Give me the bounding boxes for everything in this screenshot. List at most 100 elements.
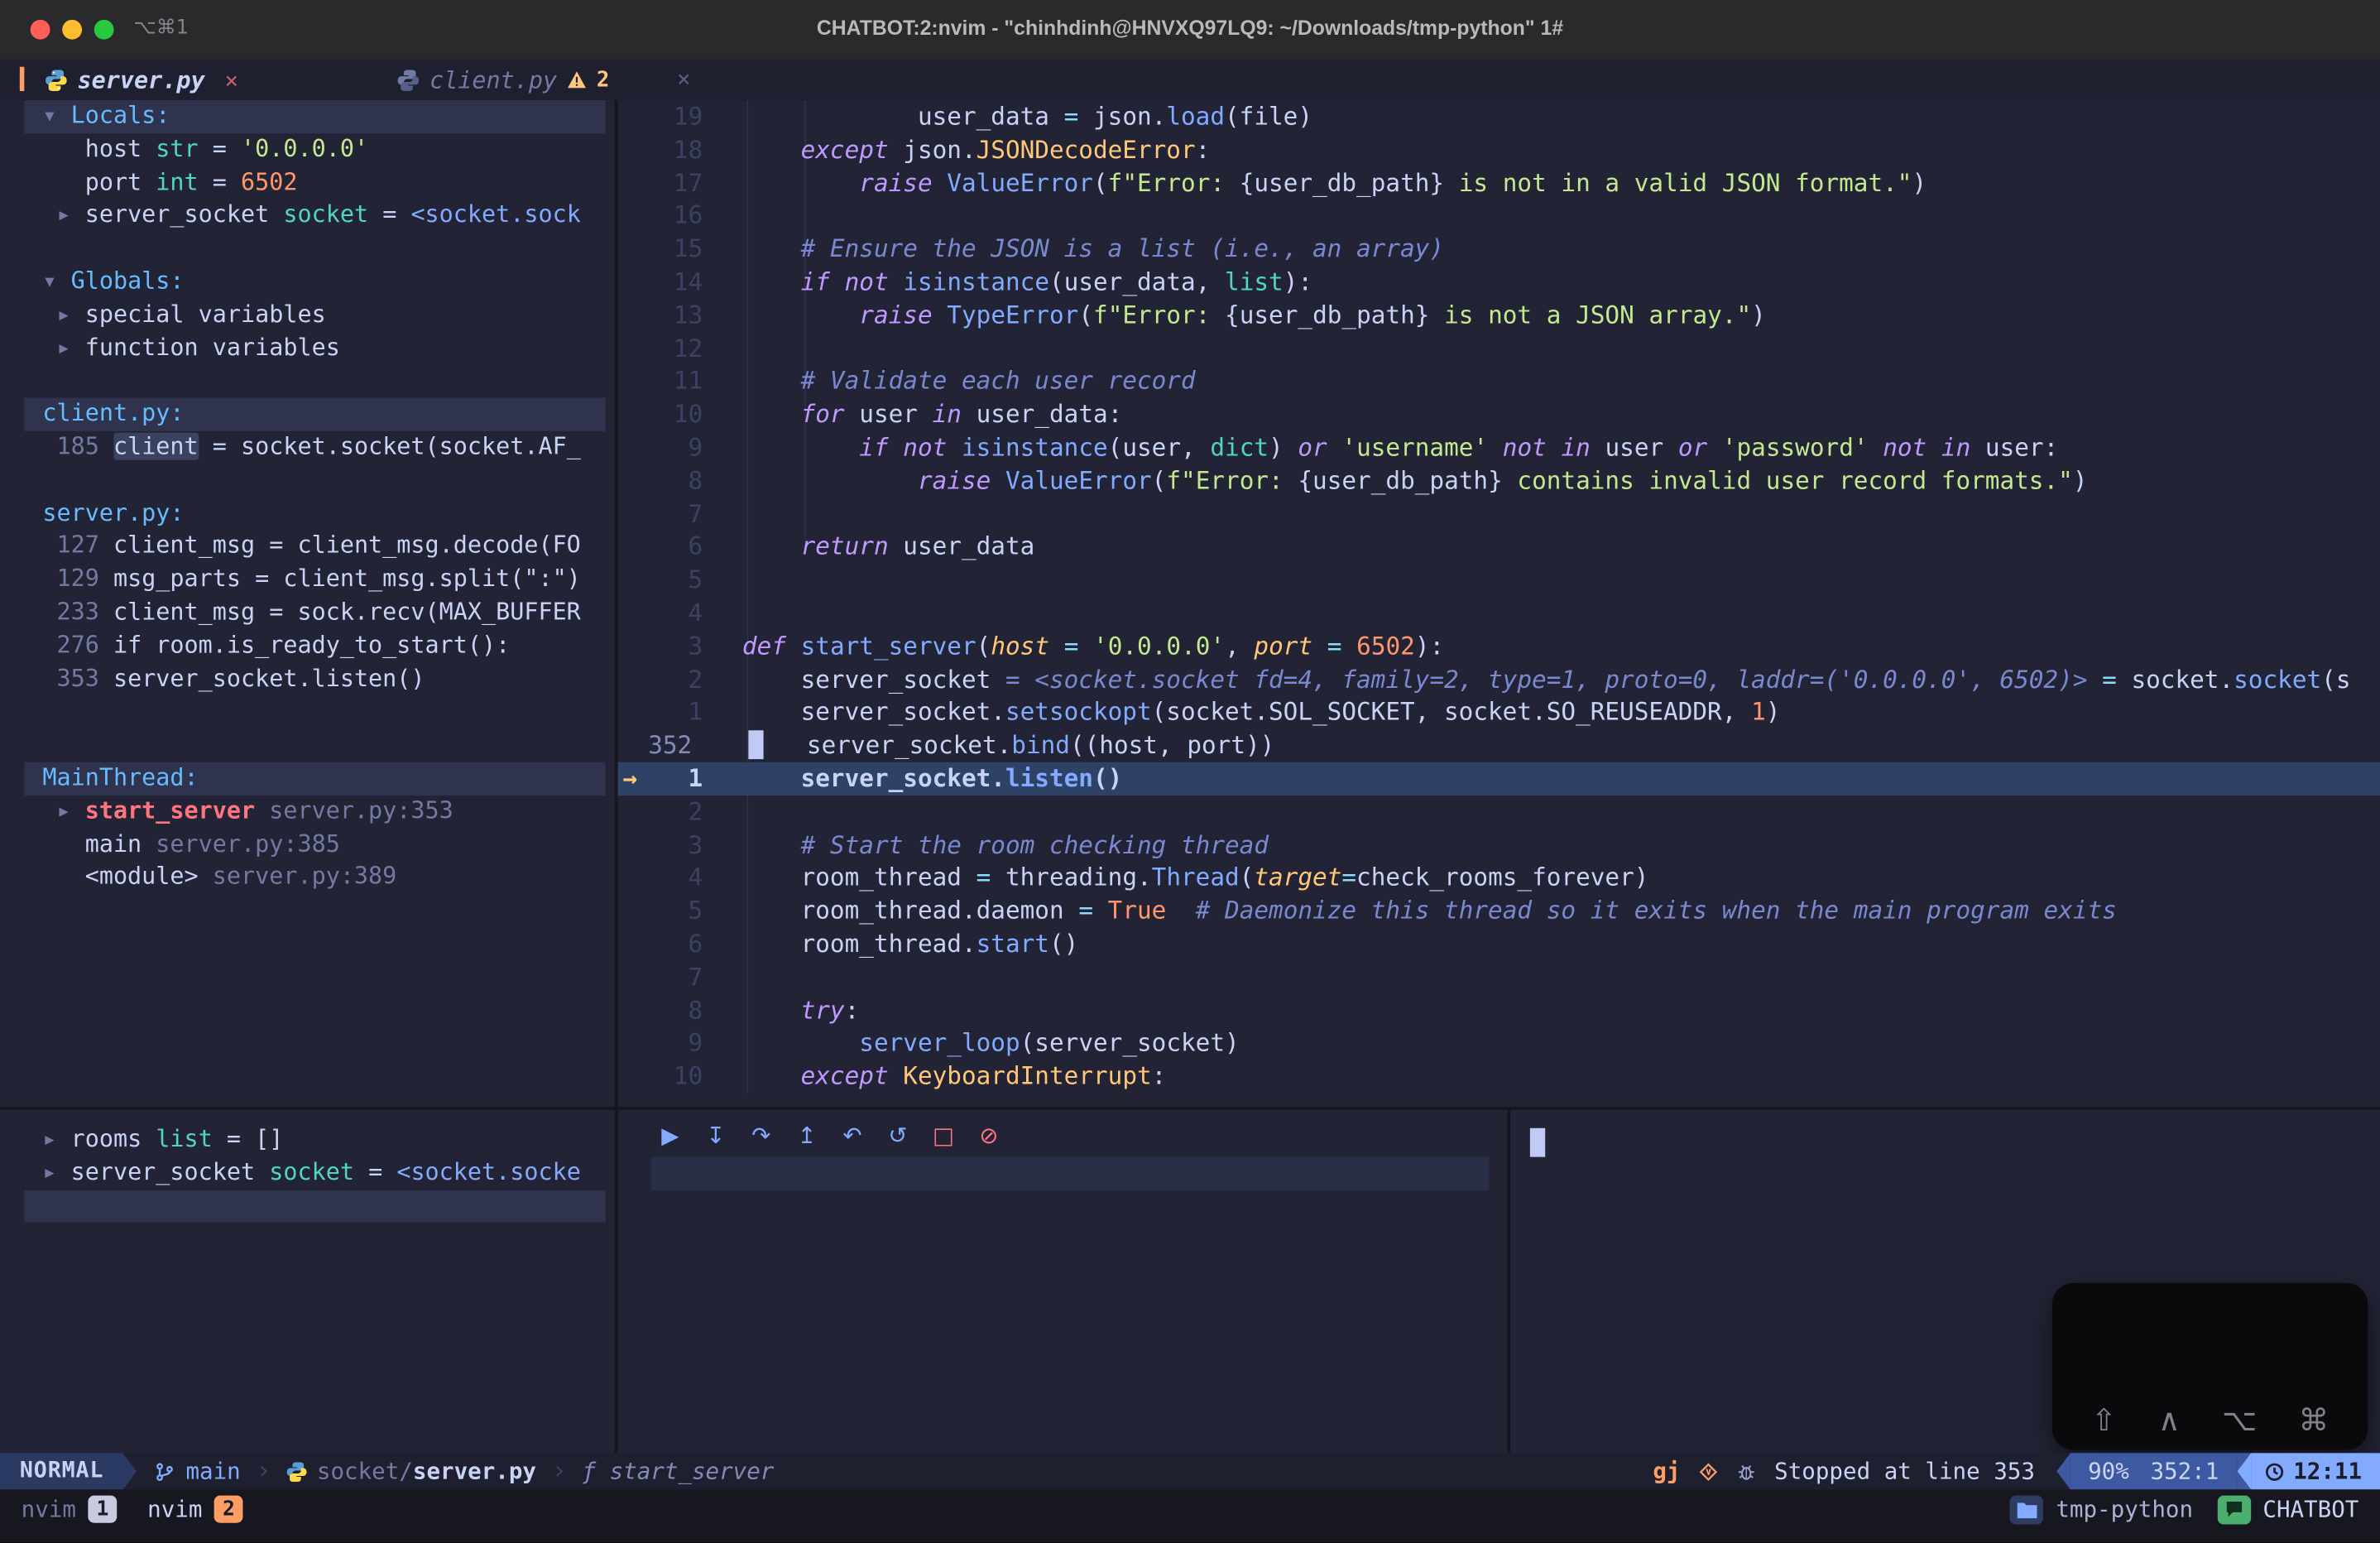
editor: 19 user_data = json.load(file) 18 except… bbox=[618, 100, 2380, 1107]
editor-line[interactable]: 3 # Start the room checking thread bbox=[618, 829, 2380, 862]
control-key-icon: ∧ bbox=[2158, 1401, 2181, 1438]
chevron-separator: › bbox=[551, 1456, 567, 1487]
breakpoints-row[interactable] bbox=[24, 729, 605, 762]
breakpoints-row[interactable] bbox=[24, 464, 605, 498]
editor-line[interactable]: 4 bbox=[618, 597, 2380, 630]
editor-line[interactable]: 12 bbox=[618, 332, 2380, 365]
editor-line[interactable]: 15 # Ensure the JSON is a list (i.e., an… bbox=[618, 233, 2380, 266]
titlebar-shortcut-label: ⌥⌘1 bbox=[133, 17, 189, 40]
tabline: server.py × client.py 2 × bbox=[0, 60, 2380, 101]
tab-client-py[interactable]: client.py 2 bbox=[398, 60, 610, 101]
editor-line[interactable]: →1 server_socket.listen() bbox=[618, 762, 2380, 796]
watch-row[interactable]: ▸ rooms list = [] bbox=[24, 1123, 605, 1156]
step-into-button[interactable]: ↧ bbox=[703, 1122, 728, 1149]
editor-line[interactable]: 5 room_thread.daemon = True # Daemonize … bbox=[618, 895, 2380, 928]
breakpoints-row[interactable]: server.py: bbox=[24, 498, 605, 531]
scopes-row[interactable]: ▸ special variables bbox=[24, 299, 605, 332]
warning-icon bbox=[568, 71, 586, 88]
stacks-row[interactable]: ▸ start_server server.py:353 bbox=[24, 796, 605, 829]
breakpoints-row[interactable]: 127 client_msg = client_msg.decode(FO bbox=[24, 531, 605, 564]
terminal-window: ⌥⌘1 CHATBOT:2:nvim - "chinhdinh@HNVXQ97L… bbox=[0, 0, 2380, 1543]
stacks-row[interactable]: main server.py:385 bbox=[24, 829, 605, 862]
clock-chip: 12:11 bbox=[2251, 1453, 2380, 1489]
shift-key-icon: ⇧ bbox=[2091, 1401, 2117, 1438]
editor-line[interactable]: 4 room_thread = threading.Thread(target=… bbox=[618, 862, 2380, 895]
editor-line[interactable]: 10 for user in user_data: bbox=[618, 398, 2380, 431]
powerline-separator bbox=[2056, 1453, 2071, 1489]
breakpoints-row[interactable]: 276 if room.is_ready_to_start(): bbox=[24, 630, 605, 663]
scopes-row[interactable] bbox=[24, 365, 605, 398]
tab-close-icon[interactable]: × bbox=[224, 66, 238, 94]
tmux-window-2[interactable]: nvim2 bbox=[147, 1496, 243, 1523]
titlebar: ⌥⌘1 CHATBOT:2:nvim - "chinhdinh@HNVXQ97L… bbox=[0, 0, 2380, 60]
editor-line[interactable]: 5 bbox=[618, 564, 2380, 597]
editor-line[interactable]: 3def start_server(host = '0.0.0.0', port… bbox=[618, 630, 2380, 663]
scopes-row[interactable]: ▸ server_socket socket = <socket.sock bbox=[24, 199, 605, 233]
debug-status-text: Stopped at line 353 bbox=[1774, 1458, 2035, 1485]
editor-cursor bbox=[748, 731, 763, 760]
scopes-row[interactable]: ▸ function variables bbox=[24, 332, 605, 365]
cursor-position: 352:1 bbox=[2150, 1458, 2219, 1485]
editor-line[interactable]: 6 return user_data bbox=[618, 531, 2380, 564]
breakpoints-row[interactable]: client.py: bbox=[24, 398, 605, 431]
watch-row[interactable] bbox=[24, 1190, 605, 1223]
editor-line[interactable]: 2 server_socket = <socket.socket fd=4, f… bbox=[618, 663, 2380, 696]
hud-keys: ⇧∧⌥⌘ bbox=[2052, 1401, 2368, 1438]
tab-server-py[interactable]: server.py × bbox=[46, 60, 238, 101]
scopes-row[interactable] bbox=[24, 233, 605, 266]
stacks-row[interactable]: MainThread: bbox=[24, 762, 605, 796]
editor-line[interactable]: 17 raise ValueError(f"Error: {user_db_pa… bbox=[618, 166, 2380, 199]
editor-line[interactable]: 14 if not isinstance(user_data, list): bbox=[618, 266, 2380, 299]
terminate-button[interactable]: □ bbox=[930, 1122, 956, 1149]
restart-button[interactable]: ↺ bbox=[885, 1122, 910, 1149]
file-segment: socket/server.py bbox=[286, 1458, 536, 1485]
step-over-button[interactable]: ↷ bbox=[748, 1122, 774, 1149]
traffic-lights bbox=[31, 20, 114, 40]
tmux-right-status: tmp-python CHATBOT bbox=[2010, 1495, 2380, 1524]
bottom-vertical-separator bbox=[1507, 1110, 1510, 1454]
scopes-row[interactable]: ▾ Locals: bbox=[24, 100, 605, 133]
editor-line[interactable]: 2 bbox=[618, 796, 2380, 829]
tmux-window-1[interactable]: nvim1 bbox=[22, 1496, 118, 1523]
tabline-close-icon[interactable]: × bbox=[677, 65, 691, 93]
python-icon bbox=[286, 1461, 306, 1481]
tmux-session-name: CHATBOT bbox=[2262, 1496, 2358, 1523]
watch-row[interactable]: ▸ server_socket socket = <socket.socke bbox=[24, 1156, 605, 1190]
zoom-window-button[interactable] bbox=[94, 20, 114, 40]
stacks-row[interactable]: <module> server.py:389 bbox=[24, 862, 605, 895]
step-out-button[interactable]: ↥ bbox=[794, 1122, 819, 1149]
tab-label: server.py bbox=[78, 66, 205, 94]
editor-line[interactable]: 16 bbox=[618, 199, 2380, 233]
scopes-row[interactable]: port int = 6502 bbox=[24, 166, 605, 199]
editor-line[interactable]: 9 if not isinstance(user, dict) or 'user… bbox=[618, 431, 2380, 464]
vim-icon bbox=[1698, 1461, 1718, 1481]
play-button[interactable]: ▶ bbox=[657, 1122, 683, 1149]
scopes-row[interactable]: host str = '0.0.0.0' bbox=[24, 133, 605, 166]
warning-count: 2 bbox=[597, 68, 609, 92]
editor-line[interactable]: 11 # Validate each user record bbox=[618, 365, 2380, 398]
step-back-button[interactable]: ↶ bbox=[839, 1122, 865, 1149]
editor-line[interactable]: 7 bbox=[618, 498, 2380, 531]
editor-line[interactable]: 19 user_data = json.load(file) bbox=[618, 100, 2380, 133]
editor-line[interactable]: 9 server_loop(server_socket) bbox=[618, 1026, 2380, 1060]
minimize-window-button[interactable] bbox=[62, 20, 82, 40]
editor-line[interactable]: 352 server_socket.bind((host, port)) bbox=[618, 729, 2380, 762]
breakpoints-row[interactable]: 233 client_msg = sock.recv(MAX_BUFFER bbox=[24, 597, 605, 630]
editor-line[interactable]: 13 raise TypeError(f"Error: {user_db_pat… bbox=[618, 299, 2380, 332]
editor-line[interactable]: 8 try: bbox=[618, 994, 2380, 1027]
tmux-current-dir: tmp-python bbox=[2056, 1496, 2193, 1523]
editor-line[interactable]: 8 raise ValueError(f"Error: {user_db_pat… bbox=[618, 464, 2380, 498]
editor-line[interactable]: 7 bbox=[618, 961, 2380, 994]
breakpoints-row[interactable]: 185 client = socket.socket(socket.AF_ bbox=[24, 431, 605, 464]
close-window-button[interactable] bbox=[31, 20, 50, 40]
editor-line[interactable]: 18 except json.JSONDecodeError: bbox=[618, 133, 2380, 166]
breakpoints-row[interactable]: 353 server_socket.listen() bbox=[24, 663, 605, 696]
editor-line[interactable]: 1 server_socket.setsockopt(socket.SOL_SO… bbox=[618, 696, 2380, 729]
breakpoints-row[interactable] bbox=[24, 696, 605, 729]
editor-line[interactable]: 10 except KeyboardInterrupt: bbox=[618, 1060, 2380, 1093]
breakpoints-row[interactable]: 129 msg_parts = client_msg.split(":") bbox=[24, 564, 605, 597]
editor-line[interactable]: 6 room_thread.start() bbox=[618, 928, 2380, 961]
scopes-row[interactable]: ▾ Globals: bbox=[24, 266, 605, 299]
powerline-separator bbox=[2237, 1453, 2251, 1489]
disconnect-button[interactable]: ⊘ bbox=[976, 1122, 1001, 1149]
